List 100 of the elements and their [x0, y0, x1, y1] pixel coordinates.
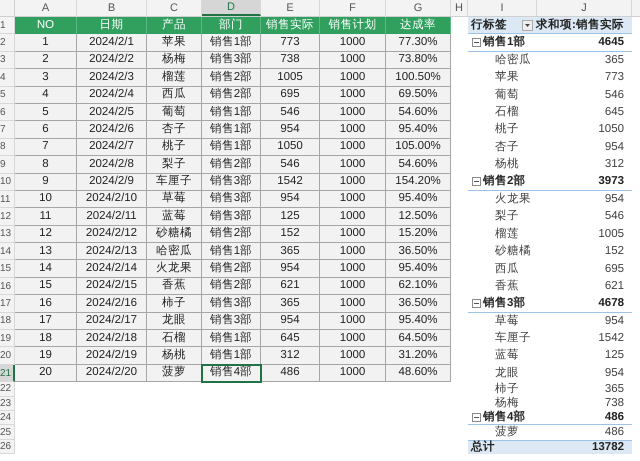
table-cell: 石榴 [147, 330, 202, 348]
table-cell: 36.50% [386, 295, 451, 313]
table-cell: 954 [261, 121, 320, 139]
table-cell: 1000 [320, 190, 386, 208]
row-number[interactable]: 5 [0, 86, 15, 104]
table-cell: 1000 [320, 226, 386, 244]
row-number[interactable]: 12 [0, 208, 15, 226]
pivot-item-label: 桃子 [494, 122, 520, 138]
table-cell: 杏子 [147, 121, 202, 139]
row-number[interactable]: 22 [0, 382, 15, 397]
table-cell: 销售3部 [202, 190, 261, 208]
pivot-group-label: 销售1部 [483, 34, 526, 50]
table-cell: 954 [261, 260, 320, 278]
table-cell: 100.50% [386, 69, 451, 87]
pivot-item-label: 石榴 [494, 104, 520, 120]
table-cell: 645 [261, 330, 320, 348]
table-cell: 蓝莓 [147, 208, 202, 226]
values-header: 求和项:销售实际 [536, 17, 624, 33]
pivot-group-total: 3973 [597, 174, 625, 190]
grand-total-value: 13782 [591, 440, 625, 455]
row-number[interactable]: 26 [0, 440, 15, 454]
row-number[interactable]: 2 [0, 34, 15, 52]
table-cell: 3 [15, 69, 77, 87]
row-number[interactable]: 13 [0, 226, 15, 244]
table-cell: 1000 [320, 208, 386, 226]
row-number[interactable]: 4 [0, 69, 15, 87]
row-number[interactable]: 14 [0, 243, 15, 260]
table-cell: 梨子 [147, 156, 202, 174]
row-number[interactable]: 21 [0, 364, 15, 382]
column-header[interactable]: F [320, 0, 386, 16]
row-number[interactable]: 10 [0, 174, 15, 191]
row-number[interactable]: 6 [0, 104, 15, 122]
table-cell: 销售3部 [202, 312, 261, 330]
collapse-icon[interactable] [472, 38, 481, 48]
pivot-group-label: 销售4部 [483, 409, 526, 426]
table-cell: 销售3部 [202, 208, 261, 226]
table-cell: 1000 [320, 174, 386, 191]
column-header[interactable]: G [386, 0, 451, 16]
table-cell: 154.20% [386, 174, 451, 191]
column-header[interactable]: H [451, 0, 468, 16]
table-cell: 15 [15, 278, 77, 296]
table-cell: 火龙果 [147, 260, 202, 278]
collapse-icon[interactable] [472, 298, 481, 308]
table-cell: 柿子 [147, 295, 202, 313]
row-number[interactable]: 18 [0, 312, 15, 330]
row-number[interactable]: 15 [0, 260, 15, 278]
table-cell: 1000 [320, 278, 386, 296]
table-cell: 桃子 [147, 138, 202, 156]
row-number[interactable]: 19 [0, 330, 15, 348]
table-cell: 11 [15, 208, 77, 226]
pivot-group-label: 销售2部 [483, 173, 526, 190]
pivot-group-total: 486 [604, 410, 625, 426]
row-number[interactable]: 24 [0, 410, 15, 426]
pivot-item-label: 火龙果 [494, 192, 532, 207]
pivot-item-label: 龙眼 [494, 366, 520, 381]
collapse-icon[interactable] [472, 413, 481, 422]
table-cell: 车厘子 [147, 174, 202, 191]
pivot-item-value: 312 [604, 157, 625, 172]
table-cell: 草莓 [147, 190, 202, 208]
table-cell: 738 [261, 52, 320, 70]
row-labels-header: 行标签 [470, 18, 508, 33]
table-cell: 2024/2/16 [77, 295, 147, 313]
table-cell: 2024/2/18 [77, 330, 147, 348]
table-header-cell: 部门 [202, 17, 261, 34]
column-header[interactable]: B [77, 0, 147, 16]
column-header[interactable]: J [537, 0, 632, 16]
pivot-item-label: 杨桃 [494, 156, 520, 172]
row-number[interactable]: 25 [0, 425, 15, 440]
table-cell: 销售1部 [202, 330, 261, 348]
row-number[interactable]: 9 [0, 156, 15, 174]
column-header[interactable]: E [261, 0, 320, 16]
row-number[interactable]: 17 [0, 295, 15, 313]
caret-icon [525, 24, 530, 27]
column-header[interactable]: I [468, 0, 537, 16]
table-cell: 36.50% [386, 243, 451, 260]
table-cell: 152 [261, 226, 320, 244]
filter-dropdown-button[interactable] [522, 20, 533, 31]
table-cell: 2024/2/8 [77, 156, 147, 174]
pivot-item-label: 柿子 [494, 382, 520, 396]
column-header[interactable]: A [15, 0, 77, 16]
row-number[interactable]: 3 [0, 52, 15, 70]
table-cell: 龙眼 [147, 312, 202, 330]
row-number[interactable]: 11 [0, 190, 15, 208]
row-number[interactable]: 8 [0, 138, 15, 156]
table-cell: 销售1部 [202, 243, 261, 260]
row-number[interactable]: 23 [0, 396, 15, 411]
table-header-cell: 销售实际 [261, 17, 320, 34]
table-cell: 4 [15, 86, 77, 104]
table-cell: 69.50% [386, 86, 451, 104]
column-header[interactable]: D [202, 0, 261, 16]
collapse-icon[interactable] [472, 177, 481, 186]
row-number[interactable]: 1 [0, 17, 15, 34]
table-cell: 6 [15, 121, 77, 139]
table-cell: 销售2部 [202, 86, 261, 104]
row-number[interactable]: 20 [0, 347, 15, 365]
pivot-item-label: 菠萝 [494, 424, 520, 440]
row-number[interactable]: 7 [0, 121, 15, 139]
row-number[interactable]: 16 [0, 278, 15, 296]
table-cell: 2024/2/2 [77, 52, 147, 70]
table-cell: 2024/2/17 [77, 312, 147, 330]
